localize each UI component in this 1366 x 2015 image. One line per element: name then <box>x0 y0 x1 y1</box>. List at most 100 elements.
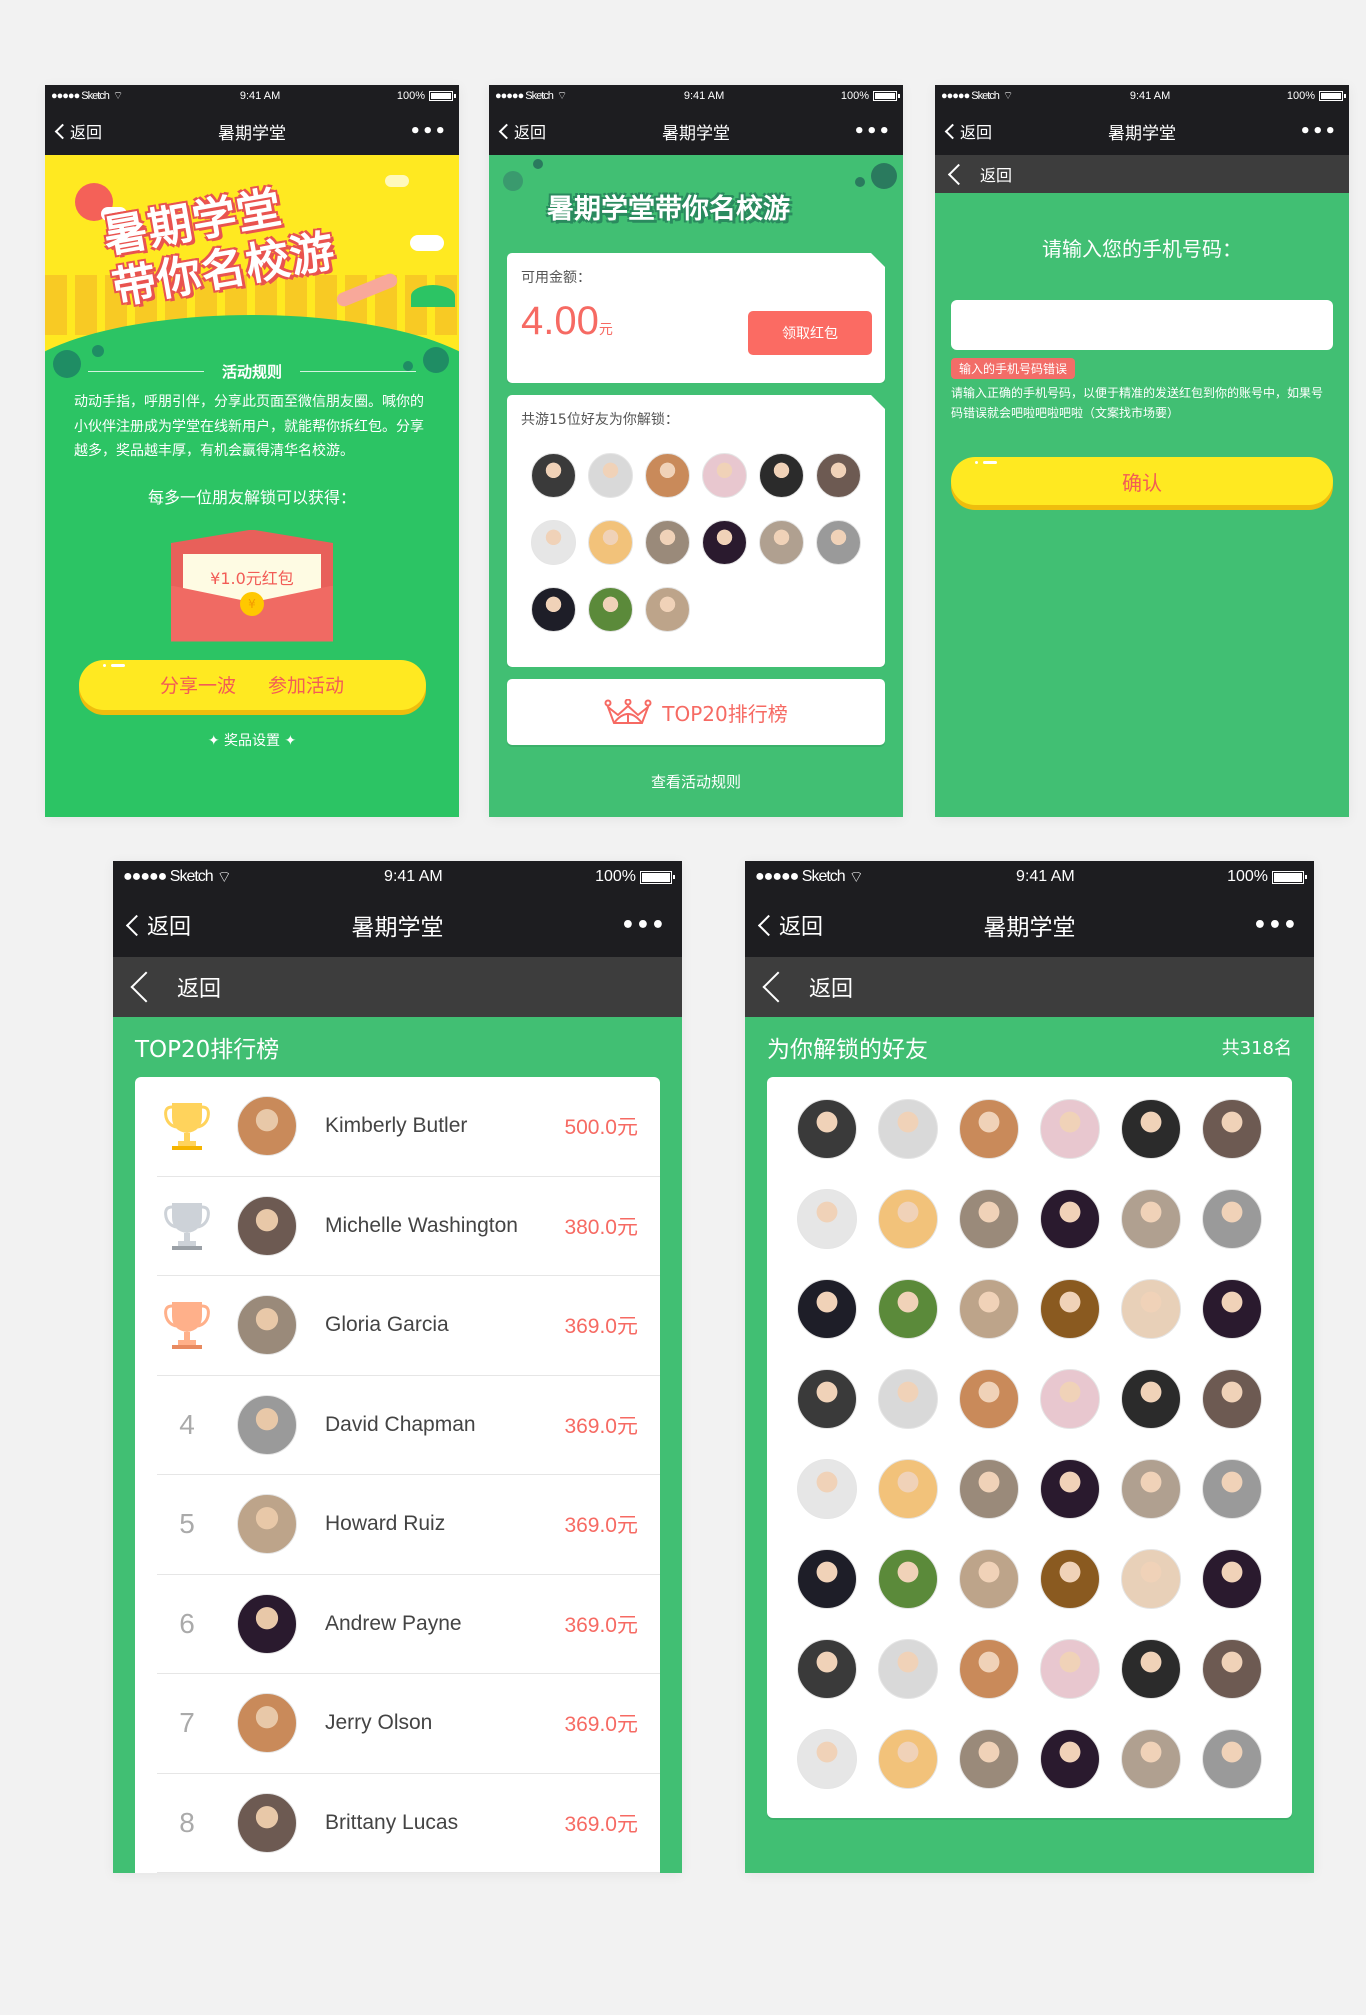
confirm-button[interactable]: 确认 <box>951 457 1333 505</box>
friend-avatar[interactable] <box>959 1459 1020 1519</box>
friend-avatar[interactable] <box>959 1099 1020 1159</box>
sub-back-button[interactable]: 返回 <box>935 155 1349 193</box>
friend-avatar[interactable] <box>1120 1729 1181 1789</box>
friend-avatar[interactable] <box>797 1729 858 1789</box>
friend-avatar[interactable] <box>878 1549 939 1609</box>
view-rules-link[interactable]: 查看活动规则 <box>489 771 903 792</box>
friend-avatar[interactable] <box>1201 1459 1262 1519</box>
friend-avatar[interactable] <box>588 453 633 498</box>
friend-avatar[interactable] <box>1039 1459 1100 1519</box>
ranking-row[interactable]: Michelle Washington 380.0元 <box>157 1177 660 1276</box>
friend-avatar[interactable] <box>878 1639 939 1699</box>
friend-avatar[interactable] <box>797 1459 858 1519</box>
more-icon[interactable]: ••• <box>853 121 891 142</box>
ranking-row[interactable]: 8 Brittany Lucas 369.0元 <box>157 1774 660 1873</box>
friend-avatar[interactable] <box>797 1189 858 1249</box>
friend-avatar[interactable] <box>759 520 804 565</box>
friend-avatar[interactable] <box>1120 1099 1181 1159</box>
friend-avatar[interactable] <box>1201 1549 1262 1609</box>
friend-avatar[interactable] <box>878 1729 939 1789</box>
status-bar: ●●●●● Sketch ⌔ 9:41 AM 100% <box>113 861 682 893</box>
friend-avatar[interactable] <box>702 520 747 565</box>
more-icon[interactable]: ••• <box>409 121 447 142</box>
ranking-row[interactable]: 7 Jerry Olson 369.0元 <box>157 1674 660 1774</box>
friend-avatar[interactable] <box>1120 1279 1181 1339</box>
friend-avatar[interactable] <box>1201 1639 1262 1699</box>
nav-back-button[interactable]: 返回 <box>125 909 191 941</box>
friend-avatar[interactable] <box>1120 1459 1181 1519</box>
friend-avatar[interactable] <box>1201 1279 1262 1339</box>
nav-back-button[interactable]: 返回 <box>757 909 823 941</box>
friend-avatar[interactable] <box>531 453 576 498</box>
friend-avatar[interactable] <box>878 1459 939 1519</box>
friend-avatar[interactable] <box>1120 1639 1181 1699</box>
ranking-row[interactable]: 4 David Chapman 369.0元 <box>157 1376 660 1475</box>
friend-avatar[interactable] <box>959 1729 1020 1789</box>
friend-avatar[interactable] <box>1201 1099 1262 1159</box>
deco-circle <box>403 361 413 371</box>
friend-avatar[interactable] <box>531 520 576 565</box>
friend-avatar[interactable] <box>1039 1729 1100 1789</box>
phone-number-input[interactable] <box>951 300 1333 350</box>
friend-avatar[interactable] <box>959 1189 1020 1249</box>
friend-avatar[interactable] <box>531 587 576 632</box>
sub-back-label: 返回 <box>809 977 854 1002</box>
more-icon[interactable]: ••• <box>1299 121 1337 142</box>
friend-avatar[interactable] <box>878 1099 939 1159</box>
chevron-left-icon <box>498 123 515 139</box>
friend-avatar[interactable] <box>759 453 804 498</box>
nav-back-label: 返回 <box>960 123 993 142</box>
ranking-row[interactable]: Kimberly Butler 500.0元 <box>157 1077 660 1177</box>
friend-avatar[interactable] <box>797 1369 858 1429</box>
friend-avatar[interactable] <box>797 1549 858 1609</box>
friend-avatar[interactable] <box>959 1639 1020 1699</box>
friend-avatar[interactable] <box>588 520 633 565</box>
friend-avatar[interactable] <box>1120 1189 1181 1249</box>
friend-avatar[interactable] <box>1039 1279 1100 1339</box>
friend-avatar[interactable] <box>645 520 690 565</box>
carrier-signal: ●●●●● Sketch <box>941 90 1000 102</box>
more-icon[interactable]: ••• <box>621 913 666 938</box>
nav-back-button[interactable]: 返回 <box>944 119 993 143</box>
ranking-row[interactable]: 6 Andrew Payne 369.0元 <box>157 1575 660 1674</box>
friend-avatar[interactable] <box>1201 1189 1262 1249</box>
claim-red-packet-button[interactable]: 领取红包 <box>748 311 872 355</box>
friend-avatar[interactable] <box>959 1369 1020 1429</box>
friend-avatar[interactable] <box>1120 1549 1181 1609</box>
sub-back-button[interactable]: 返回 <box>113 957 682 1017</box>
friend-avatar[interactable] <box>1039 1639 1100 1699</box>
battery-percent: 100% <box>595 868 636 885</box>
share-join-button[interactable]: 分享一波 参加活动 <box>78 659 426 710</box>
friend-avatar[interactable] <box>878 1369 939 1429</box>
friend-avatar[interactable] <box>797 1639 858 1699</box>
friend-avatar[interactable] <box>1039 1549 1100 1609</box>
friend-avatar[interactable] <box>1120 1369 1181 1429</box>
nav-back-button[interactable]: 返回 <box>54 119 102 143</box>
top20-button[interactable]: TOP20排行榜 <box>507 679 885 745</box>
more-icon[interactable]: ••• <box>1253 913 1298 938</box>
friend-avatar[interactable] <box>816 453 861 498</box>
nav-back-button[interactable]: 返回 <box>498 119 546 143</box>
friend-avatar[interactable] <box>645 453 690 498</box>
friend-avatar[interactable] <box>797 1099 858 1159</box>
friend-avatar[interactable] <box>1039 1189 1100 1249</box>
friend-avatar[interactable] <box>1039 1099 1100 1159</box>
friend-avatar[interactable] <box>959 1279 1020 1339</box>
ranking-row[interactable]: Gloria Garcia 369.0元 <box>157 1276 660 1376</box>
friend-avatar[interactable] <box>959 1549 1020 1609</box>
friend-avatar[interactable] <box>816 520 861 565</box>
friend-avatar[interactable] <box>645 587 690 632</box>
friend-avatar[interactable] <box>878 1279 939 1339</box>
friend-avatar[interactable] <box>1201 1369 1262 1429</box>
prize-settings-link[interactable]: ✦ 奖品设置 ✦ <box>45 730 459 750</box>
friend-avatar[interactable] <box>878 1189 939 1249</box>
wifi-icon: ⌔ <box>1002 90 1014 102</box>
friend-avatar[interactable] <box>1201 1729 1262 1789</box>
friend-avatar[interactable] <box>797 1279 858 1339</box>
friend-avatar[interactable] <box>1039 1369 1100 1429</box>
friend-avatar[interactable] <box>588 587 633 632</box>
user-name: Kimberly Butler <box>325 1114 468 1138</box>
sub-back-button[interactable]: 返回 <box>745 957 1314 1017</box>
friend-avatar[interactable] <box>702 453 747 498</box>
ranking-row[interactable]: 5 Howard Ruiz 369.0元 <box>157 1475 660 1575</box>
